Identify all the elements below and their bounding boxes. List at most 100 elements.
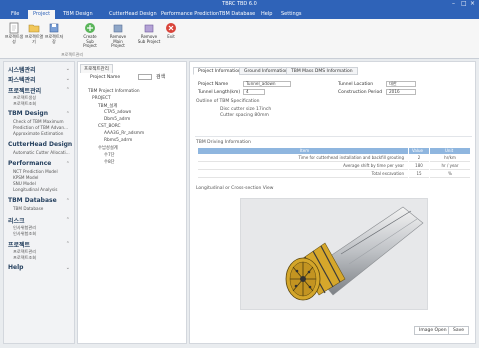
- sidebar-section-system[interactable]: 시스템관리: [8, 65, 36, 74]
- window-title: TBRC TBD 6.0: [222, 1, 257, 7]
- menu-file[interactable]: File: [6, 10, 24, 19]
- create-project-button[interactable]: 프로젝트생성: [4, 22, 24, 44]
- open-project-button[interactable]: 프로젝트열기: [24, 22, 44, 44]
- tab-project-information[interactable]: Project Information: [193, 67, 246, 75]
- table-cell-value[interactable]: 2: [409, 155, 429, 162]
- project-information-panel: Project Information Ground Information T…: [189, 61, 476, 344]
- open-folder-icon: [28, 24, 40, 33]
- tree-node[interactable]: 수납성설계: [98, 145, 118, 151]
- chevron-up-icon[interactable]: ⌃: [66, 198, 70, 204]
- menu-bar: File Project TBM Design CutterHead Desig…: [0, 9, 479, 19]
- sidebar-section-risk[interactable]: 리스크: [8, 216, 25, 225]
- table-header-unit-label: Unit: [445, 148, 454, 153]
- sidebar-section-pastec[interactable]: 파스텍관리: [8, 75, 36, 84]
- tree-node[interactable]: TBM_설계: [98, 103, 117, 109]
- tab-project-manage[interactable]: 프로젝트관리: [80, 64, 113, 73]
- sidebar-item-tbm-database[interactable]: TBM Database: [13, 206, 43, 211]
- remove-main-project-button[interactable]: Remove Main Project: [106, 22, 130, 49]
- menu-tbm-design[interactable]: TBM Design: [58, 10, 98, 19]
- remove-sub-project-button[interactable]: Remove Sub Project: [137, 22, 161, 44]
- sidebar-section-tbm-design[interactable]: TBM Design: [8, 110, 48, 117]
- sidebar-item-kpsm-model[interactable]: KPSM Model: [13, 175, 38, 180]
- tree-node[interactable]: 수7단: [104, 152, 115, 158]
- sidebar: 시스템관리 ⌄ 파스텍관리 ⌄ 프로젝트관리 ⌃ 프로젝트생성 프로젝트조회 T…: [3, 61, 75, 344]
- sidebar-item-risk-view[interactable]: 인사위험조회: [13, 231, 36, 237]
- tunnel-location-input[interactable]: 대한: [386, 81, 416, 87]
- project-search-input[interactable]: [138, 74, 152, 80]
- table-cell-value[interactable]: 180: [409, 163, 429, 170]
- sidebar-item-nct-model[interactable]: NCT Prediction Model: [13, 169, 58, 174]
- chevron-down-icon[interactable]: ⌄: [66, 66, 70, 72]
- menu-settings[interactable]: Settings: [276, 10, 307, 19]
- tree-node[interactable]: 수8단: [104, 159, 115, 165]
- chevron-up-icon[interactable]: ⌃: [66, 217, 70, 223]
- add-icon: [85, 23, 95, 33]
- maximize-icon[interactable]: □: [461, 1, 467, 7]
- sidebar-item-project-view-2[interactable]: 프로젝트조회: [13, 255, 36, 261]
- remove-main-project-label: Remove Main Project: [109, 34, 127, 48]
- exit-label: Exit: [167, 34, 175, 39]
- tbm-image-viewer: [240, 198, 428, 310]
- table-cell-unit: hr / year: [430, 163, 470, 170]
- save-button[interactable]: Save: [448, 326, 470, 335]
- sidebar-item-snu-model[interactable]: SNU Model: [13, 181, 36, 186]
- sidebar-section-help[interactable]: Help: [8, 264, 23, 271]
- tbm-driving-title: TBM Driving Information: [196, 140, 251, 145]
- chevron-down-icon[interactable]: ⌄: [66, 265, 70, 271]
- menu-project[interactable]: Project: [28, 10, 56, 19]
- tab-ground-information[interactable]: Ground Information: [239, 67, 294, 75]
- sidebar-item-longitudinal[interactable]: Longitudinal Analysis: [13, 187, 57, 192]
- table-cell-unit: %: [430, 171, 470, 178]
- ribbon-toolbar: 프로젝트생성 프로젝트열기 프로젝트저장 Create Sub Project …: [0, 19, 479, 59]
- project-tree-panel: 프로젝트관리 Project Name 검색 TBM Project Infor…: [77, 61, 187, 344]
- tree-root[interactable]: TBM Project Information: [88, 89, 140, 94]
- open-project-label: 프로젝트열기: [24, 34, 44, 44]
- menu-tbm-database[interactable]: TBM Database: [214, 10, 260, 19]
- table-header-value-label: Value: [412, 148, 423, 153]
- tree-node[interactable]: Dbm5_adrm: [104, 117, 130, 122]
- create-sub-project-button[interactable]: Create Sub Project: [80, 22, 100, 49]
- menu-cutterhead-design[interactable]: CutterHead Design: [104, 10, 162, 19]
- longitudinal-view-title: Longitudinal or Cross-section View: [196, 186, 274, 191]
- sidebar-item-project-view[interactable]: 프로젝트조회: [13, 101, 36, 107]
- tree-node[interactable]: CTA5_adown: [104, 110, 131, 115]
- create-project-label: 프로젝트생성: [4, 34, 24, 44]
- table-cell-unit: hr/km: [430, 155, 470, 162]
- close-icon[interactable]: ×: [470, 1, 475, 7]
- tunnel-length-input[interactable]: 4: [243, 89, 265, 95]
- sidebar-item-prediction-tbm[interactable]: Prediction of TBM Advan...: [13, 125, 68, 130]
- sidebar-item-auto-cutter[interactable]: Automatic Cutter Allocati...: [13, 150, 70, 155]
- tree-node[interactable]: Rbms5_adrm: [104, 138, 132, 143]
- exit-button[interactable]: Exit: [164, 22, 178, 40]
- chevron-up-icon[interactable]: ⌃: [66, 142, 70, 148]
- sidebar-section-tbm-database[interactable]: TBM Database: [8, 197, 57, 204]
- chevron-up-icon[interactable]: ⌃: [66, 161, 70, 167]
- tree-node[interactable]: AAA3G_Rr_adsmm: [104, 131, 144, 136]
- save-project-button[interactable]: 프로젝트저장: [44, 22, 64, 44]
- table-cell-value[interactable]: 15: [409, 171, 429, 178]
- tunnel-location-label: Tunnel Location: [338, 82, 374, 87]
- project-name-input[interactable]: Tunnel_adown: [243, 81, 291, 87]
- search-button[interactable]: 검색: [156, 73, 165, 80]
- sidebar-section-performance[interactable]: Performance: [8, 160, 51, 167]
- title-bar: TBRC TBD 6.0 – □ ×: [0, 0, 479, 9]
- tab-tbm-mass-dms[interactable]: TBM Mass DMS Information: [286, 67, 358, 75]
- image-open-button[interactable]: Image Open: [414, 326, 452, 335]
- tunnel-length-label: Tunnel Length(km): [198, 90, 241, 95]
- sidebar-section-project-2[interactable]: 프로젝트: [8, 240, 30, 249]
- chevron-up-icon[interactable]: ⌃: [66, 111, 70, 117]
- construction-period-input[interactable]: 2016: [386, 89, 416, 95]
- sidebar-item-approx-estimation[interactable]: Approximate Estimation: [13, 131, 63, 136]
- chevron-down-icon[interactable]: ⌄: [66, 76, 70, 82]
- sidebar-section-cutterhead[interactable]: CutterHead Design: [8, 141, 72, 148]
- chevron-up-icon[interactable]: ⌃: [66, 87, 70, 93]
- save-project-label: 프로젝트저장: [44, 34, 64, 44]
- menu-help[interactable]: Help: [256, 10, 277, 19]
- sidebar-item-check-tbm[interactable]: Check of TBM Maximum: [13, 119, 64, 124]
- chevron-up-icon[interactable]: ⌃: [66, 241, 70, 247]
- create-sub-project-label: Create Sub Project: [83, 34, 97, 48]
- tree-node[interactable]: CST_BORC: [98, 124, 121, 129]
- minimize-icon[interactable]: –: [452, 1, 455, 7]
- sidebar-section-project[interactable]: 프로젝트관리: [8, 86, 41, 95]
- tree-node[interactable]: PROJECT: [92, 96, 111, 101]
